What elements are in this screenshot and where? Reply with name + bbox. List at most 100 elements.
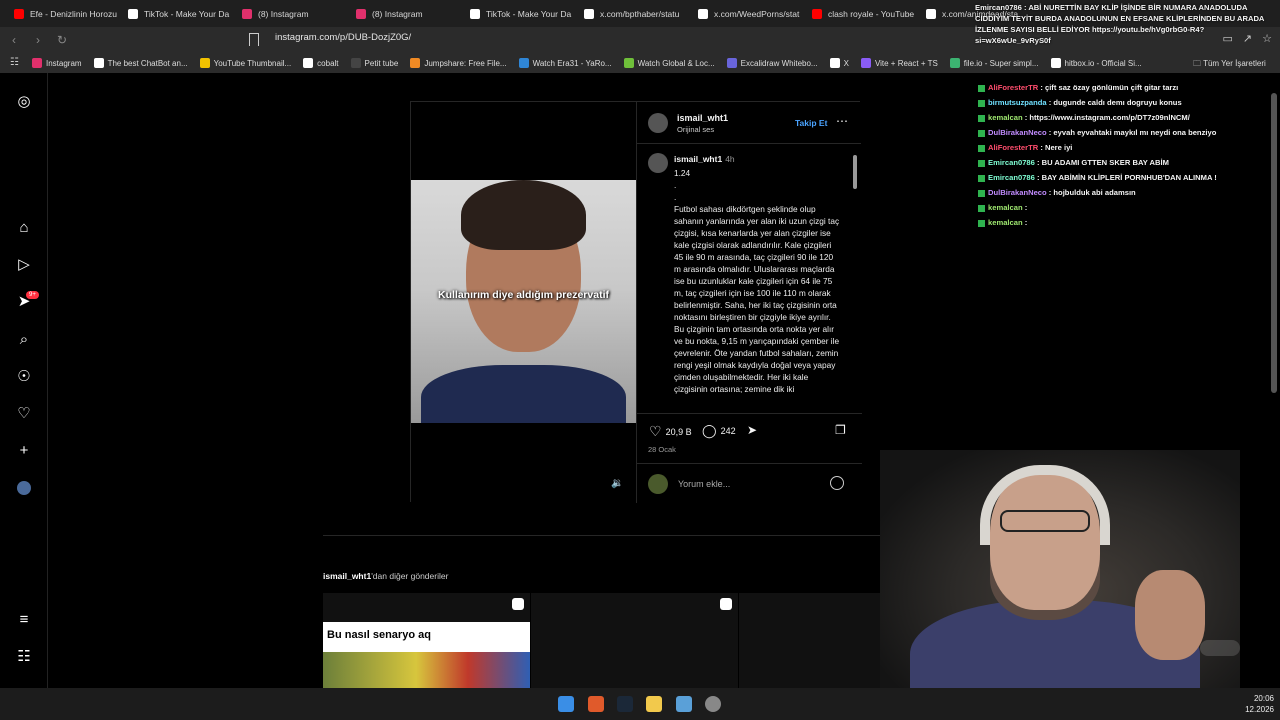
caption-author[interactable]: ismail_wht1 4h bbox=[674, 154, 735, 164]
chat-text: https://www.instagram.com/p/DT7z09nlNCM/ bbox=[1029, 113, 1190, 122]
bookmark-favicon bbox=[199, 58, 210, 68]
bookmark-item[interactable]: YouTube Thumbnail... bbox=[199, 58, 292, 68]
more-options-icon[interactable]: ⋯ bbox=[836, 114, 848, 128]
profile-avatar[interactable] bbox=[15, 479, 33, 497]
bookmark-item[interactable]: X bbox=[829, 58, 849, 68]
author-username[interactable]: ismail_wht1 bbox=[677, 113, 728, 123]
more-post-thumbnail[interactable]: Bu nasıl senaryo aq bbox=[323, 593, 530, 688]
url-field[interactable]: instagram.com/p/DUB-DozjZ0G/ bbox=[275, 32, 411, 43]
post-modal: Kullanırım diye aldığım prezervatif 🔉 is… bbox=[410, 101, 862, 503]
windows-taskbar: 20:06 12.2026 bbox=[0, 688, 1280, 720]
youtube-icon bbox=[14, 8, 24, 19]
browser-tab[interactable]: TikTok - Make Your Da bbox=[120, 0, 234, 27]
start-icon[interactable] bbox=[558, 696, 574, 712]
mute-icon[interactable]: 🔉 bbox=[611, 478, 623, 489]
bookmark-item[interactable]: cobalt bbox=[303, 58, 339, 68]
home-icon[interactable]: ⌂ bbox=[15, 218, 33, 236]
back-icon[interactable]: ‹ bbox=[4, 33, 24, 47]
post-side-panel: ismail_wht1 Orijinal ses Takip Et ⋯ isma… bbox=[636, 102, 862, 503]
bookmark-item[interactable]: Watch Global & Loc... bbox=[623, 58, 715, 68]
bookmark-item[interactable]: Instagram bbox=[32, 58, 82, 68]
browser-tab[interactable]: TikTok - Make Your Da bbox=[462, 0, 576, 27]
chat-text: hojbulduk abi adamsın bbox=[1053, 188, 1136, 197]
comment-input[interactable]: Yorum ekle... bbox=[678, 479, 730, 489]
bookmark-item[interactable]: Watch Era31 - YaRo... bbox=[518, 58, 612, 68]
chat-message: AliForesterTR : Nere iyi bbox=[978, 143, 1072, 152]
explore-icon[interactable]: ☉ bbox=[15, 367, 33, 385]
chat-badge-icon bbox=[978, 174, 985, 182]
instagram-logo-icon[interactable]: ◎ bbox=[15, 92, 33, 110]
chat-username: AliForesterTR bbox=[988, 143, 1039, 152]
store-icon[interactable] bbox=[676, 696, 692, 712]
caption-text: 1.24 . . Futbol sahası dikdörtgen şeklin… bbox=[674, 168, 840, 394]
notification-badge: 9+ bbox=[26, 291, 39, 299]
post-video[interactable]: Kullanırım diye aldığım prezervatif 🔉 bbox=[411, 102, 636, 503]
browser-tab[interactable]: Efe - Denizlinin Horozu bbox=[6, 0, 120, 27]
share-button[interactable]: ➤ bbox=[747, 423, 757, 437]
obs-icon[interactable] bbox=[705, 696, 721, 712]
reel-icon bbox=[512, 598, 524, 610]
forward-icon[interactable]: › bbox=[28, 33, 48, 47]
bookmark-favicon bbox=[860, 58, 871, 68]
bookmark-item[interactable]: Vite + React + TS bbox=[860, 58, 938, 68]
like-button[interactable]: ♡ 20,9 B bbox=[649, 423, 692, 440]
bookmark-label: Instagram bbox=[46, 58, 82, 68]
browser-tab[interactable]: x.com/WeedPorns/stat bbox=[690, 0, 804, 27]
chat-badge-icon bbox=[978, 204, 985, 212]
chat-message: Emircan0786 : BU ADAMI GTTEN SKER BAY AB… bbox=[978, 158, 1169, 167]
chat-text: Nere iyi bbox=[1044, 143, 1073, 152]
brave-icon[interactable] bbox=[588, 696, 604, 712]
chat-text: BAY ABİMİN KLİPLERİ PORNHUB'DAN ALINMA ! bbox=[1041, 173, 1217, 182]
chat-username: kemalcan bbox=[988, 218, 1023, 227]
current-user-avatar bbox=[648, 474, 668, 494]
post-date: 28 Ocak bbox=[648, 445, 676, 454]
heart-icon[interactable]: ♡ bbox=[15, 404, 33, 422]
author-avatar[interactable] bbox=[648, 113, 668, 133]
caption-scrollbar[interactable] bbox=[852, 145, 858, 413]
bookmark-item[interactable]: Petit tube bbox=[350, 58, 398, 68]
menu-icon[interactable]: ≡ bbox=[15, 610, 33, 628]
create-icon[interactable]: + bbox=[15, 441, 33, 459]
chat-username: Emircan0786 bbox=[988, 158, 1035, 167]
search-icon[interactable]: ⌕ bbox=[15, 330, 33, 348]
bookmark-favicon bbox=[303, 58, 314, 68]
reel-icon bbox=[720, 598, 732, 610]
browser-tab[interactable]: x.com/bpthaber/statu bbox=[576, 0, 690, 27]
reels-icon[interactable]: ▷ bbox=[15, 255, 33, 273]
audio-label[interactable]: Orijinal ses bbox=[677, 125, 714, 134]
comment-button[interactable]: ◯ 242 bbox=[702, 423, 736, 439]
steam-icon[interactable] bbox=[617, 696, 633, 712]
bookmark-label: Jumpshare: Free File... bbox=[424, 58, 507, 68]
bookmark-item[interactable]: Jumpshare: Free File... bbox=[410, 58, 507, 68]
bookmark-item[interactable]: The best ChatBot an... bbox=[93, 58, 188, 68]
instagram-sidebar: ◎ ⌂ ▷ ➤ 9+ ⌕ ☉ ♡ + ≡ ☷ bbox=[0, 73, 48, 688]
bookmark-favicon bbox=[518, 58, 529, 68]
video-caption: Kullanırım diye aldığım prezervatif bbox=[438, 289, 609, 301]
chat-text: çift saz özay gönlümün çift gitar tarzı bbox=[1044, 83, 1179, 92]
more-post-thumbnail[interactable] bbox=[531, 593, 738, 688]
chat-message: Emircan0786 : BAY ABİMİN KLİPLERİ PORNHU… bbox=[978, 173, 1217, 182]
folder-icon[interactable] bbox=[646, 696, 662, 712]
emote-overlay bbox=[1200, 640, 1240, 656]
browser-tab[interactable]: (8) Instagram bbox=[234, 0, 348, 27]
reload-icon[interactable]: ↻ bbox=[52, 33, 72, 47]
emoji-icon[interactable] bbox=[830, 476, 844, 490]
x-icon bbox=[698, 8, 708, 19]
bookmark-label: YouTube Thumbnail... bbox=[213, 58, 292, 68]
bookmark-label: Vite + React + TS bbox=[874, 58, 938, 68]
chat-message: AliForesterTR : çift saz özay gönlümün ç… bbox=[978, 83, 1178, 92]
follow-button[interactable]: Takip Et bbox=[795, 118, 827, 128]
chat-username: AliForesterTR bbox=[988, 83, 1039, 92]
meta-icon[interactable]: ☷ bbox=[15, 647, 33, 665]
apps-grid-icon[interactable]: ☷ bbox=[10, 57, 22, 69]
bookmark-favicon bbox=[93, 58, 104, 68]
save-button[interactable]: ❐ bbox=[835, 423, 846, 437]
bookmark-favicon bbox=[350, 58, 361, 68]
browser-tab[interactable]: (8) Instagram bbox=[348, 0, 462, 27]
browser-tab[interactable]: clash royale - YouTube bbox=[804, 0, 918, 27]
chat-message: kemalcan : bbox=[978, 218, 1027, 227]
bookmark-page-icon[interactable] bbox=[249, 33, 259, 46]
caption-avatar[interactable] bbox=[648, 153, 668, 173]
bookmark-item[interactable]: Excalidraw Whitebo... bbox=[726, 58, 818, 68]
bookmark-label: Excalidraw Whitebo... bbox=[740, 58, 818, 68]
